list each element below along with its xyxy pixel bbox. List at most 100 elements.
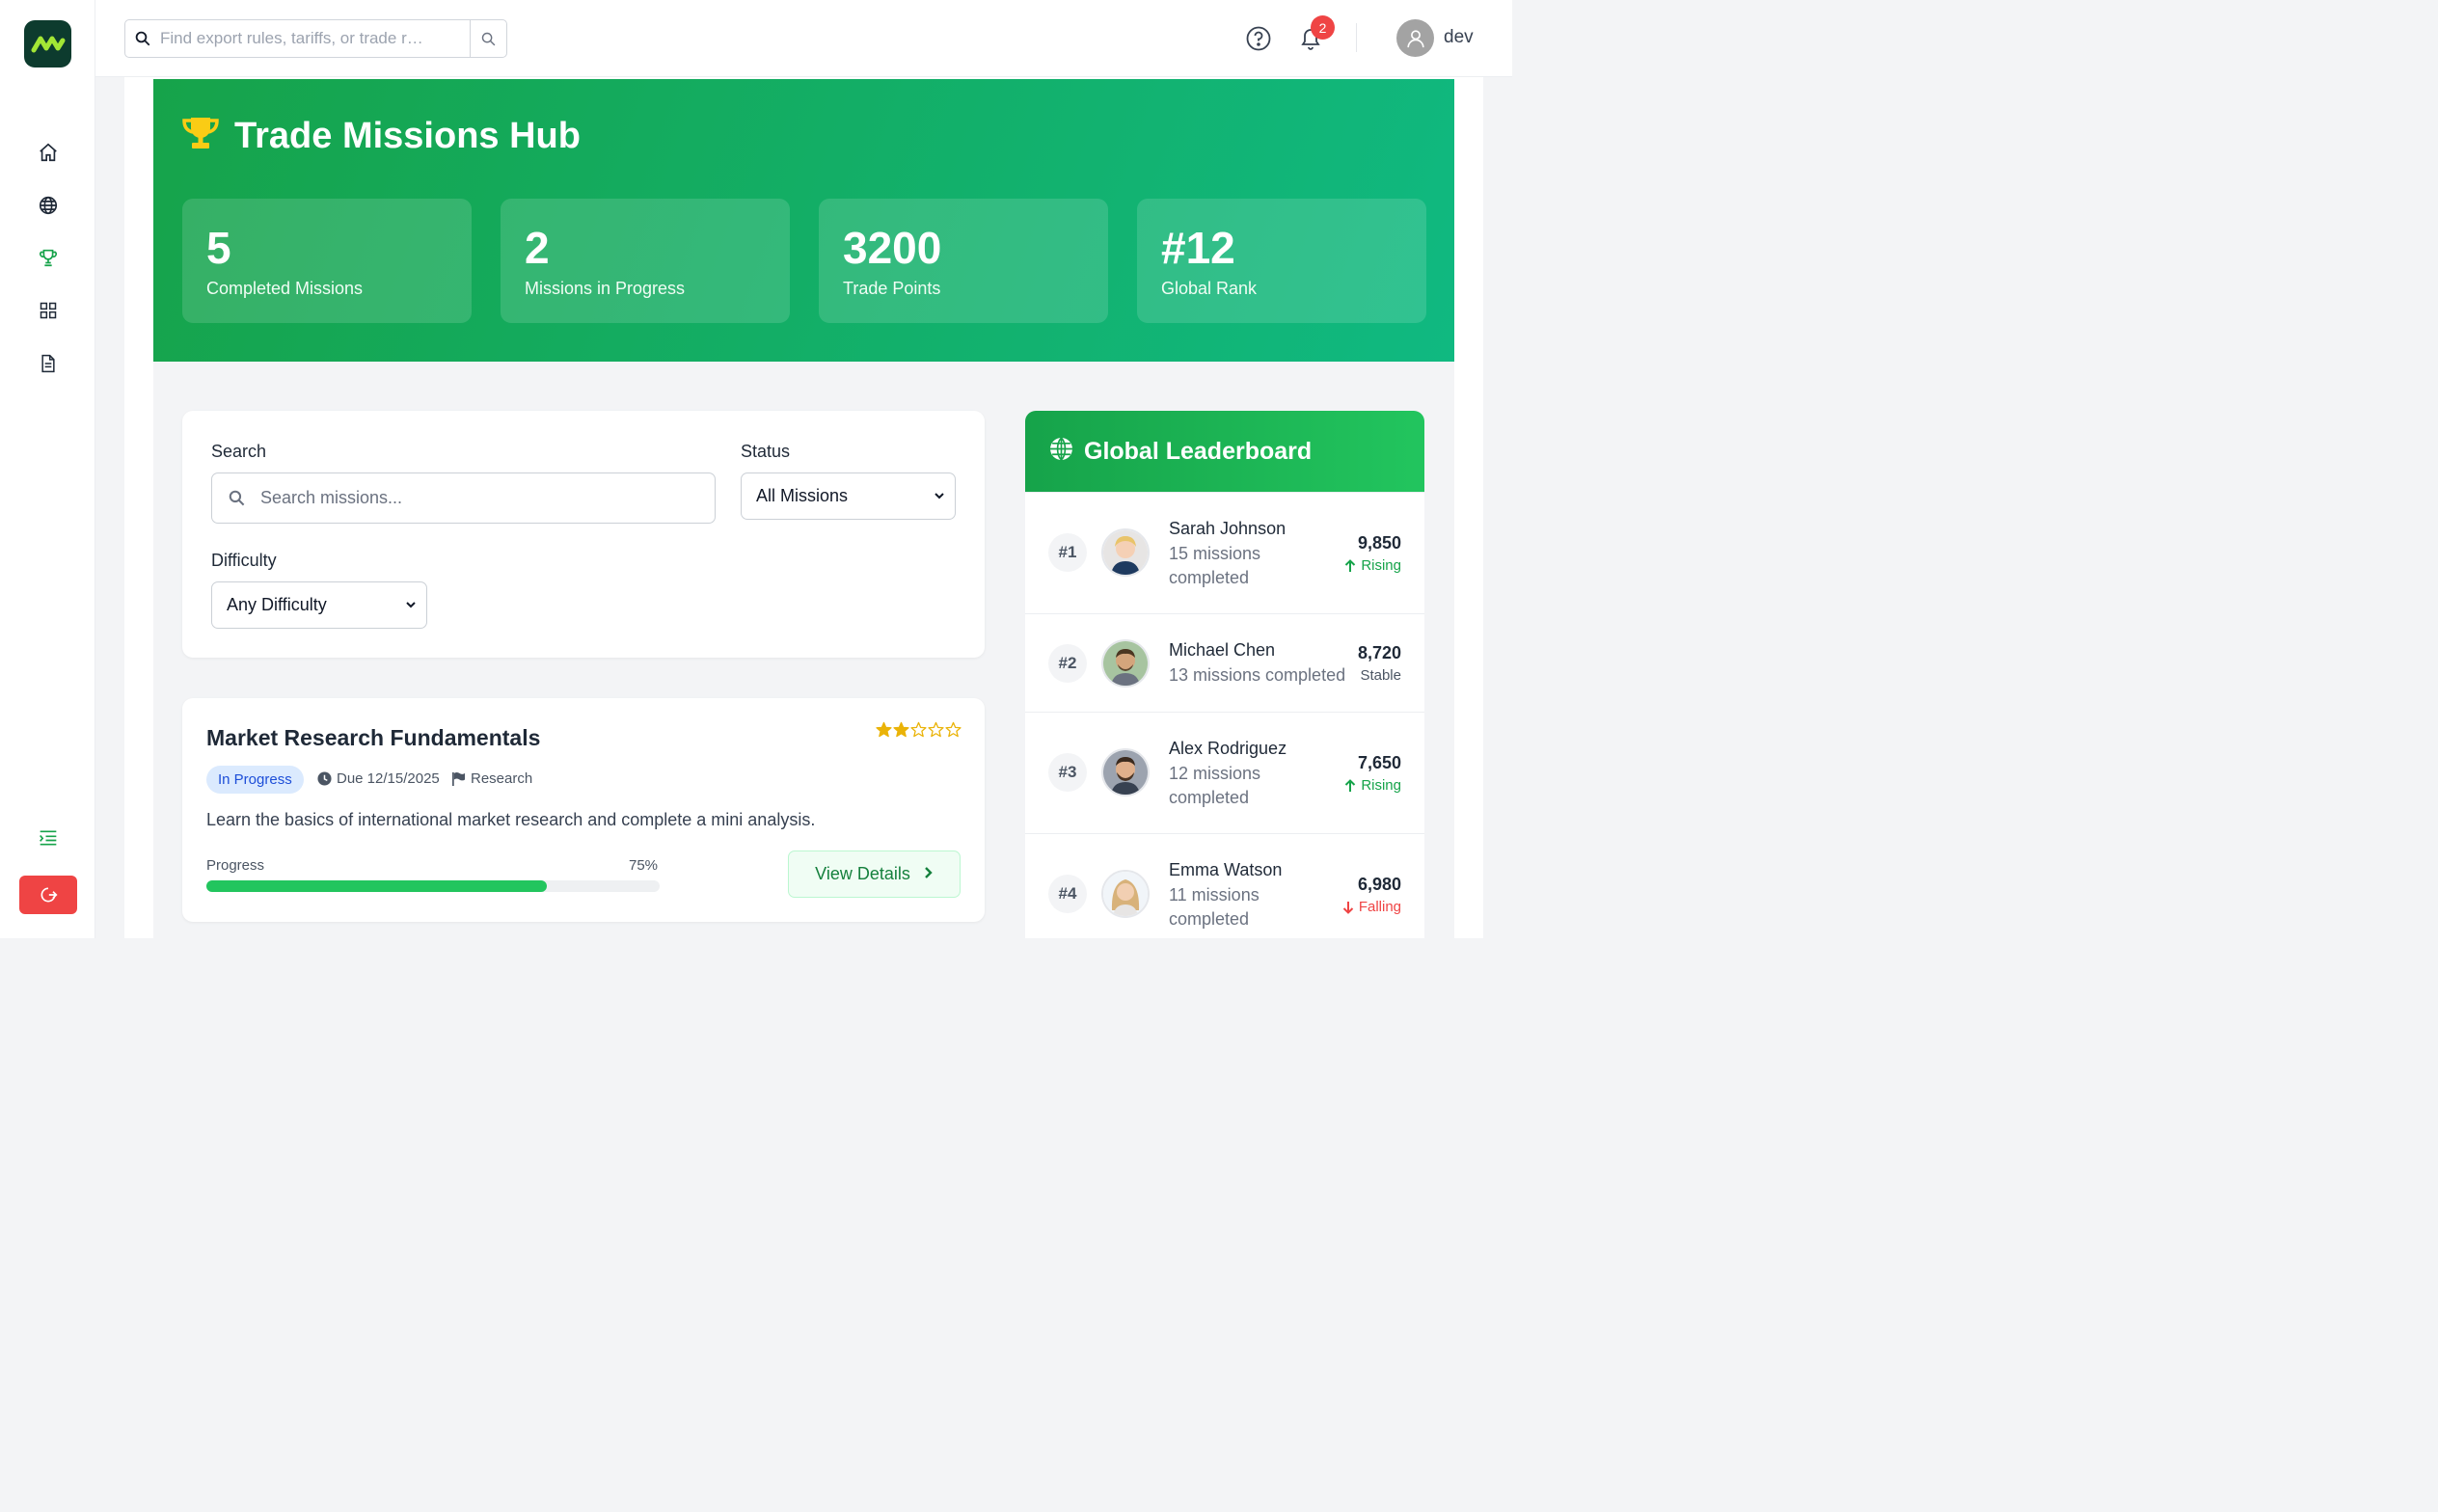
mission-title: Market Research Fundamentals	[206, 725, 541, 750]
stat-label: Missions in Progress	[525, 279, 686, 298]
player-points: 9,850	[1357, 533, 1401, 553]
username[interactable]: dev	[1444, 27, 1474, 48]
player-missions: 15 missions	[1169, 544, 1261, 563]
player-points: 8,720	[1357, 643, 1401, 662]
notification-badge: 2	[1311, 15, 1335, 40]
star-empty-icon	[928, 721, 944, 738]
stat-value: #12	[1161, 223, 1235, 273]
user-avatar[interactable]	[1396, 19, 1434, 57]
rank-badge: #3	[1048, 753, 1087, 792]
player-name: Alex Rodriguez	[1169, 739, 1287, 758]
trophy-icon	[181, 117, 220, 156]
progress-value: 75%	[629, 857, 659, 874]
trend-label: Falling	[1358, 899, 1401, 915]
view-details-button[interactable]: View Details	[788, 850, 961, 898]
sidebar	[0, 0, 95, 938]
leaderboard-row[interactable]: #1 Sarah Johnson 15 missions completed 9…	[1025, 492, 1424, 613]
progress-label: Progress	[206, 857, 265, 874]
search-icon	[125, 30, 160, 47]
stat-card-in-progress: 2 Missions in Progress	[501, 199, 790, 323]
page-title: Trade Missions Hub	[234, 116, 581, 156]
status-label: Status	[741, 442, 791, 461]
stat-card-completed: 5 Completed Missions	[182, 199, 472, 323]
search-submit-button[interactable]	[470, 20, 506, 57]
progress-bar-fill	[206, 880, 547, 892]
status-select[interactable]: All Missions	[741, 472, 956, 520]
difficulty-select-value: Any Difficulty	[227, 595, 327, 614]
trophy-icon[interactable]	[35, 244, 61, 270]
progress-bar	[206, 880, 660, 892]
category-text: Research	[471, 770, 533, 787]
mission-search-input[interactable]	[260, 488, 715, 508]
player-missions-suffix: completed	[1169, 788, 1250, 807]
player-points: 7,650	[1357, 753, 1401, 772]
player-missions: 11 missions	[1169, 885, 1260, 904]
global-search-input[interactable]	[160, 20, 470, 57]
home-icon[interactable]	[35, 139, 61, 165]
trend-indicator: Rising	[1344, 777, 1401, 794]
rank-badge: #2	[1048, 644, 1087, 683]
view-details-label: View Details	[815, 864, 910, 883]
avatar	[1101, 870, 1150, 918]
player-missions-suffix: completed	[1169, 909, 1250, 929]
player-missions-suffix: completed	[1169, 568, 1250, 587]
topbar: 2 dev	[95, 0, 1512, 77]
mission-search-box	[211, 472, 716, 524]
trend-label: Rising	[1361, 557, 1401, 574]
leaderboard-row[interactable]: #2 Michael Chen 13 missions completed 8,…	[1025, 613, 1424, 712]
difficulty-label: Difficulty	[211, 551, 277, 570]
trend-indicator: Rising	[1344, 557, 1401, 574]
status-badge: In Progress	[206, 766, 304, 794]
global-search	[124, 19, 507, 58]
collapse-menu-icon[interactable]	[35, 824, 61, 850]
stat-card-points: 3200 Trade Points	[819, 199, 1108, 323]
star-empty-icon	[910, 721, 927, 738]
leaderboard-row[interactable]: #4 Emma Watson 11 missions completed 6,9…	[1025, 833, 1424, 938]
document-icon[interactable]	[35, 350, 61, 376]
grid-icon[interactable]	[35, 297, 61, 323]
star-filled-icon	[876, 721, 892, 738]
player-name: Sarah Johnson	[1169, 519, 1287, 538]
globe-icon	[1049, 437, 1073, 466]
due-date: Due 12/15/2025	[317, 770, 440, 787]
stat-value: 5	[206, 223, 231, 273]
trend-label: Rising	[1361, 777, 1401, 794]
stat-value: 3200	[843, 223, 942, 273]
avatar	[1101, 639, 1150, 688]
star-filled-icon	[893, 721, 909, 738]
difficulty-rating	[876, 721, 962, 738]
player-name: Michael Chen	[1169, 640, 1276, 660]
trend-indicator: Falling	[1342, 899, 1401, 915]
globe-icon[interactable]	[35, 192, 61, 218]
hero-banner: Trade Missions Hub 5 Completed Missions …	[153, 79, 1454, 362]
app-logo[interactable]	[24, 20, 71, 68]
chevron-right-icon	[924, 864, 934, 884]
mission-description: Learn the basics of international market…	[206, 810, 816, 829]
mission-category: Research	[451, 770, 532, 787]
search-icon	[212, 489, 260, 507]
player-points: 6,980	[1357, 875, 1401, 894]
chevron-down-icon	[405, 595, 417, 615]
stat-value: 2	[525, 223, 550, 273]
avatar	[1101, 528, 1150, 577]
trend-indicator: Stable	[1360, 667, 1401, 684]
flag-icon	[452, 771, 466, 786]
player-missions: 12 missions	[1169, 764, 1261, 783]
trend-label: Stable	[1360, 667, 1401, 684]
stat-label: Completed Missions	[206, 279, 364, 298]
leaderboard-header: Global Leaderboard	[1025, 411, 1424, 492]
rank-badge: #1	[1048, 533, 1087, 572]
mission-card: Market Research Fundamentals In Progress…	[182, 698, 985, 922]
arrow-up-icon	[1345, 778, 1356, 792]
arrow-down-icon	[1342, 901, 1354, 914]
star-empty-icon	[945, 721, 962, 738]
difficulty-select[interactable]: Any Difficulty	[211, 581, 427, 629]
rank-badge: #4	[1048, 875, 1087, 913]
leaderboard-row[interactable]: #3 Alex Rodriguez 12 missions completed …	[1025, 712, 1424, 833]
clock-icon	[317, 771, 332, 786]
leaderboard-card: Global Leaderboard #1 Sarah Johnson 15 m…	[1025, 411, 1424, 938]
logout-button[interactable]	[19, 876, 77, 914]
stat-label: Global Rank	[1161, 279, 1258, 298]
help-icon[interactable]	[1246, 26, 1271, 51]
arrow-up-icon	[1345, 558, 1356, 572]
